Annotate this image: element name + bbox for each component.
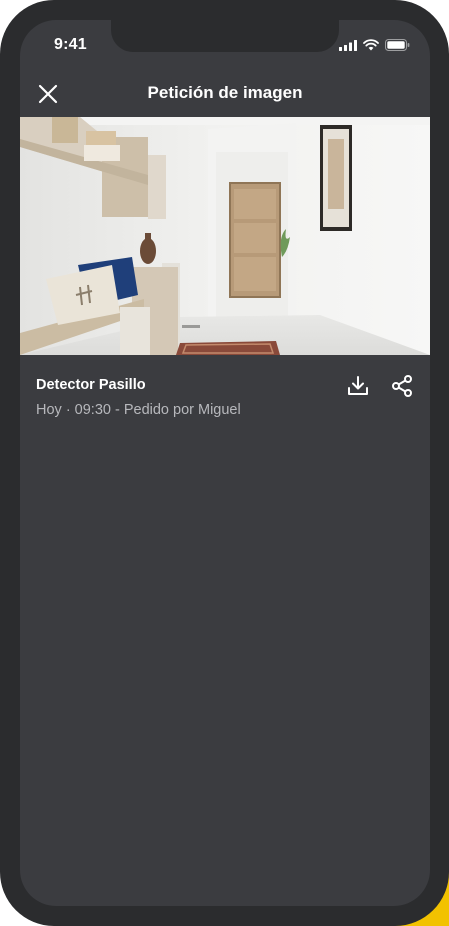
download-button[interactable] [346,374,370,398]
status-icons [339,39,410,51]
snapshot-meta: Hoy · 09:30 - Pedido por Miguel [36,402,241,418]
top-bar: Petición de imagen [20,72,430,116]
app-screen: 9:41 Petición de imagen Detector Pasillo… [20,20,430,906]
status-time: 9:41 [54,36,87,53]
hallway-photo [20,117,430,355]
phone-frame: 9:41 Petición de imagen Detector Pasillo… [0,0,449,926]
share-icon [392,375,412,397]
share-button[interactable] [390,374,414,398]
wifi-icon [363,39,379,51]
snapshot-image[interactable] [20,117,430,355]
signal-icon [339,39,357,51]
snapshot-actions [346,374,414,398]
battery-icon [385,39,410,51]
page-title: Petición de imagen [147,83,303,102]
device-notch [111,20,339,52]
download-icon [348,376,368,395]
